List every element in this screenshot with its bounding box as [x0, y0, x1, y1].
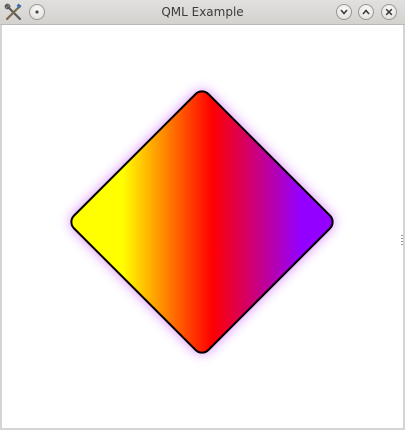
- chevron-down-icon: [340, 9, 348, 15]
- close-button[interactable]: [381, 4, 397, 20]
- chevron-up-icon: [362, 9, 370, 15]
- qml-canvas: [2, 25, 403, 428]
- close-icon: [385, 8, 393, 16]
- gradient-diamond: [70, 90, 334, 354]
- title-bar[interactable]: QML Example: [0, 0, 405, 25]
- app-window: QML Example: [0, 0, 405, 430]
- minimize-button[interactable]: [336, 4, 352, 20]
- maximize-button[interactable]: [358, 4, 374, 20]
- resize-grip[interactable]: [401, 235, 403, 245]
- gradient-diamond-canvas: [70, 90, 334, 354]
